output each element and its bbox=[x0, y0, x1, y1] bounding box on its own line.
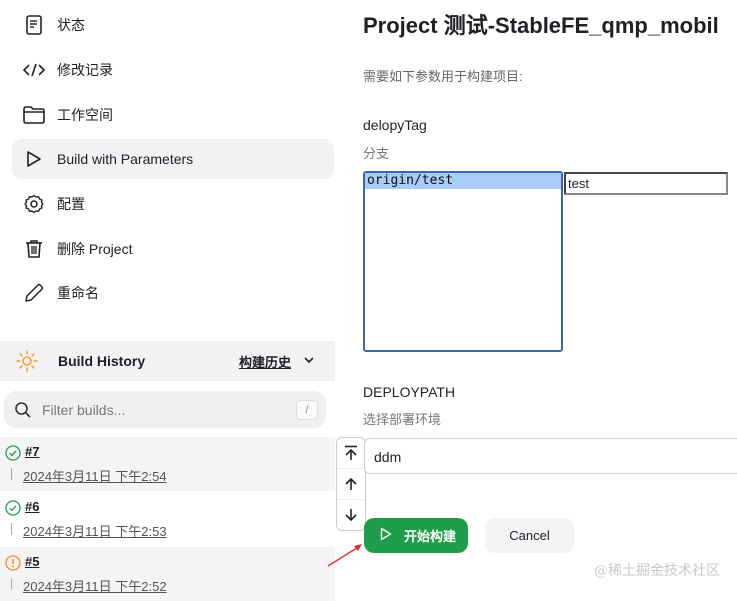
sidebar-item-label: 修改记录 bbox=[57, 62, 113, 78]
param-description: 选择部署环境 bbox=[363, 412, 442, 427]
branch-listbox[interactable]: origin/test bbox=[363, 171, 563, 352]
sidebar-item-workspace[interactable]: 工作空间 bbox=[12, 95, 334, 135]
gear-icon bbox=[22, 192, 46, 216]
success-icon bbox=[5, 445, 21, 466]
folder-icon bbox=[22, 103, 46, 127]
page-title: Project 测试-StableFE_qmp_mobil bbox=[363, 13, 719, 38]
sidebar-item-label: 删除 Project bbox=[57, 241, 133, 257]
annotation-arrow-icon bbox=[327, 544, 362, 567]
build-history-title: Build History bbox=[58, 353, 146, 369]
sidebar-item-delete-project[interactable]: 删除 Project bbox=[12, 229, 334, 269]
build-number-link[interactable]: #5 bbox=[25, 554, 39, 569]
build-date-link[interactable]: 2024年3月11日 下午2:53 bbox=[23, 521, 167, 540]
param-name: delopyTag bbox=[363, 117, 427, 133]
start-build-button[interactable]: 开始构建 bbox=[364, 518, 468, 553]
watermark: @稀土掘金技术社区 bbox=[594, 563, 720, 579]
warning-icon bbox=[5, 555, 21, 576]
sidebar-item-configure[interactable]: 配置 bbox=[12, 184, 334, 224]
build-number-link[interactable]: #6 bbox=[25, 499, 39, 514]
keyboard-shortcut-hint: / bbox=[296, 400, 318, 420]
sidebar-item-status[interactable]: 状态 bbox=[12, 5, 334, 45]
divider bbox=[11, 578, 12, 590]
build-row[interactable]: #7 2024年3月11日 下午2:54 bbox=[0, 437, 335, 491]
filter-builds-input[interactable] bbox=[40, 400, 284, 419]
pencil-icon bbox=[22, 281, 46, 305]
sidebar-item-changes[interactable]: 修改记录 bbox=[12, 50, 334, 90]
success-icon bbox=[5, 500, 21, 521]
divider bbox=[11, 468, 12, 480]
sidebar-item-build-with-parameters[interactable]: Build with Parameters bbox=[12, 139, 334, 179]
play-icon bbox=[380, 527, 392, 544]
page-description: 需要如下参数用于构建项目: bbox=[363, 69, 523, 84]
play-icon bbox=[22, 147, 46, 171]
sidebar-item-label: Build with Parameters bbox=[57, 151, 194, 167]
build-number-link[interactable]: #7 bbox=[25, 444, 39, 459]
trash-icon bbox=[22, 237, 46, 261]
divider bbox=[11, 523, 12, 535]
sidebar-item-label: 工作空间 bbox=[57, 107, 113, 123]
scroll-down-button[interactable] bbox=[337, 500, 365, 530]
sidebar-item-label: 配置 bbox=[57, 196, 85, 212]
filter-builds: / bbox=[4, 391, 326, 428]
sidebar-item-rename[interactable]: 重命名 bbox=[12, 273, 334, 313]
sidebar: 状态 修改记录 工作空间 Build with Parameters 配置 删除… bbox=[0, 0, 340, 601]
sidebar-item-label: 重命名 bbox=[57, 285, 99, 301]
param-description: 分支 bbox=[363, 146, 390, 161]
branch-text-input[interactable]: test bbox=[564, 172, 728, 195]
build-history-header: Build History 构建历史 bbox=[0, 341, 335, 381]
scroll-up-button[interactable] bbox=[337, 469, 365, 500]
build-row[interactable]: #5 2024年3月11日 下午2:52 bbox=[0, 547, 335, 601]
code-icon bbox=[22, 58, 46, 82]
chevron-down-icon[interactable] bbox=[303, 353, 315, 371]
document-icon bbox=[22, 13, 46, 37]
start-build-label: 开始构建 bbox=[404, 529, 457, 544]
build-row[interactable]: #6 2024年3月11日 下午2:53 bbox=[0, 492, 335, 546]
scroll-controls bbox=[336, 437, 366, 531]
scroll-to-top-button[interactable] bbox=[337, 438, 365, 469]
deploypath-input[interactable]: ddm bbox=[364, 438, 737, 474]
build-date-link[interactable]: 2024年3月11日 下午2:52 bbox=[23, 576, 167, 595]
sidebar-item-label: 状态 bbox=[57, 17, 85, 33]
build-date-link[interactable]: 2024年3月11日 下午2:54 bbox=[23, 466, 167, 485]
sun-icon bbox=[16, 350, 38, 372]
search-icon bbox=[14, 401, 32, 419]
build-history-link[interactable]: 构建历史 bbox=[239, 352, 291, 371]
param-name: DEPLOYPATH bbox=[363, 384, 456, 400]
cancel-button[interactable]: Cancel bbox=[485, 518, 574, 553]
listbox-option-selected[interactable]: origin/test bbox=[365, 173, 561, 189]
